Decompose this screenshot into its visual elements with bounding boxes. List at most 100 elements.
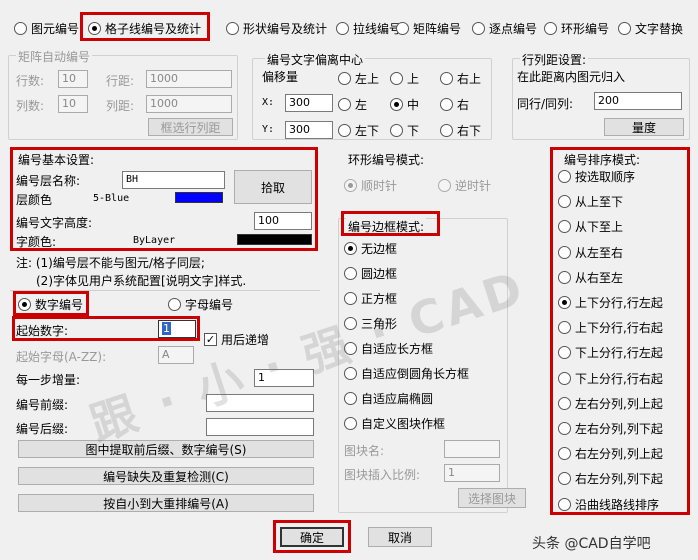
extract-button[interactable]: 图中提取前后缀、数字编号(S) xyxy=(18,440,314,458)
sort-option-10-radio[interactable]: 左右分列,列下起 xyxy=(558,420,663,437)
sort-option-1-radio[interactable]: 从上至下 xyxy=(558,193,623,210)
sort-option-0-radio[interactable]: 按选取顺序 xyxy=(558,168,635,185)
frame-option-6-radio[interactable]: 自适应扁椭圆 xyxy=(344,390,433,407)
radio-icon xyxy=(168,298,181,311)
suffix-label: 编号后缀: xyxy=(16,422,69,436)
layer-name-input[interactable]: BH xyxy=(122,171,225,189)
offset-pos-0-radio[interactable]: 左上 xyxy=(338,70,379,87)
sort-option-11-radio[interactable]: 右左分列,列上起 xyxy=(558,445,663,462)
sort-option-8-radio[interactable]: 下上分行,行右起 xyxy=(558,370,663,387)
sort-option-7-radio[interactable]: 下上分行,行左起 xyxy=(558,344,663,361)
frame-option-7-label: 自定义图块作框 xyxy=(361,417,446,431)
cols-input[interactable]: 10 xyxy=(58,95,88,113)
frame-option-5-label: 自适应倒圆角长方框 xyxy=(361,367,470,381)
rowspace-input[interactable]: 1000 xyxy=(146,70,232,88)
cancel-button[interactable]: 取消 xyxy=(368,527,432,547)
tab-3-radio[interactable]: 拉线编号 xyxy=(336,20,401,37)
tab-0-radio[interactable]: 图元编号 xyxy=(14,20,79,37)
sort-option-5-radio[interactable]: 上下分行,行左起 xyxy=(558,294,663,311)
radio-icon xyxy=(88,22,101,35)
sort-option-11-label: 右左分列,列上起 xyxy=(575,447,663,462)
offset-pos-6-radio[interactable]: 左下 xyxy=(338,122,379,139)
tab-7-radio[interactable]: 文字替换 xyxy=(618,20,683,37)
block-scale-label: 图块插入比例: xyxy=(344,468,421,482)
measure-button[interactable]: 量度 xyxy=(604,118,684,136)
same-rowcol-label: 同行/同列: xyxy=(517,97,574,111)
sort-option-0-label: 按选取顺序 xyxy=(575,170,636,184)
offset-pos-3-radio[interactable]: 左 xyxy=(338,96,367,113)
suffix-input[interactable] xyxy=(206,418,314,436)
offset-pos-2-radio[interactable]: 右上 xyxy=(440,70,481,87)
rows-input[interactable]: 10 xyxy=(58,70,88,88)
digit-number-radio[interactable]: 数字编号 xyxy=(18,296,83,313)
sort-option-13-radio[interactable]: 沿曲线路线排序 xyxy=(558,496,659,513)
radio-icon xyxy=(558,195,571,209)
offset-pos-5-radio[interactable]: 右 xyxy=(440,96,469,113)
tab-3-label: 拉线编号 xyxy=(353,22,402,36)
clockwise-radio[interactable]: 顺时针 xyxy=(344,177,397,194)
radio-icon xyxy=(390,124,403,137)
frame-option-0-radio[interactable]: 无边框 xyxy=(344,240,397,257)
offset-pos-6-label: 左下 xyxy=(355,124,380,138)
frame-option-1-radio[interactable]: 圆边框 xyxy=(344,265,397,282)
start-number-label: 起始数字: xyxy=(16,324,69,338)
start-number-input[interactable]: 1 xyxy=(158,320,196,338)
sort-option-9-radio[interactable]: 左右分列,列上起 xyxy=(558,395,663,412)
tab-5-radio[interactable]: 逐点编号 xyxy=(472,20,537,37)
radio-icon xyxy=(344,267,357,280)
select-block-button[interactable]: 选择图块 xyxy=(458,488,526,508)
text-height-input[interactable]: 100 xyxy=(254,212,312,230)
tab-4-radio[interactable]: 矩阵编号 xyxy=(396,20,461,37)
rowspace-label: 行距: xyxy=(106,74,135,88)
sort-option-6-label: 上下分行,行右起 xyxy=(575,321,663,336)
sort-option-2-radio[interactable]: 从下至上 xyxy=(558,218,623,235)
offset-pos-7-radio[interactable]: 下 xyxy=(390,122,419,139)
radio-icon xyxy=(338,124,351,137)
tab-2-radio[interactable]: 形状编号及统计 xyxy=(226,20,327,37)
rowcol-title: 行列距设置: xyxy=(520,51,589,68)
matrix-title: 矩阵自动编号 xyxy=(16,48,93,65)
pick-rowcol-button[interactable]: 框选行列距 xyxy=(148,118,233,136)
offset-pos-4-radio[interactable]: 中 xyxy=(390,96,419,113)
radio-icon xyxy=(558,321,571,335)
radio-icon xyxy=(558,220,571,234)
font-color-swatch[interactable] xyxy=(237,234,312,245)
radio-icon xyxy=(390,72,403,85)
colspace-label: 列距: xyxy=(106,99,135,113)
ok-button[interactable]: 确定 xyxy=(280,527,344,547)
counterclockwise-radio[interactable]: 逆时针 xyxy=(438,177,491,194)
block-scale-input[interactable]: 1 xyxy=(444,464,500,482)
offset-pos-4-label: 中 xyxy=(407,98,420,112)
renumber-button[interactable]: 按自小到大重排编号(A) xyxy=(18,494,314,512)
digit-number-label: 数字编号 xyxy=(35,298,84,312)
offset-y-input[interactable]: 300 xyxy=(285,121,333,139)
block-name-input[interactable] xyxy=(444,440,500,458)
sort-option-12-radio[interactable]: 右左分列,列下起 xyxy=(558,470,663,487)
colspace-input[interactable]: 1000 xyxy=(146,95,232,113)
radio-icon xyxy=(336,22,349,35)
offset-x-input[interactable]: 300 xyxy=(285,94,333,112)
sort-option-4-radio[interactable]: 从右至左 xyxy=(558,269,623,286)
frame-option-7-radio[interactable]: 自定义图块作框 xyxy=(344,415,445,432)
frame-title: 编号边框模式: xyxy=(346,218,427,235)
offset-pos-1-radio[interactable]: 上 xyxy=(390,70,419,87)
frame-option-6-label: 自适应扁椭圆 xyxy=(361,392,434,406)
counterclockwise-label: 逆时针 xyxy=(455,179,492,193)
offset-pos-8-radio[interactable]: 右下 xyxy=(440,122,481,139)
radio-icon xyxy=(440,98,453,111)
radio-icon xyxy=(344,242,357,255)
tab-6-radio[interactable]: 环形编号 xyxy=(544,20,609,37)
tab-1-radio[interactable]: 格子线编号及统计 xyxy=(88,20,201,37)
same-rowcol-input[interactable]: 200 xyxy=(594,92,682,110)
font-color-text: ByLayer xyxy=(133,235,176,246)
start-number-value: 1 xyxy=(162,322,171,335)
pick-layer-button[interactable]: 拾取 xyxy=(234,170,312,204)
sort-option-10-label: 左右分列,列下起 xyxy=(575,422,663,436)
layer-color-swatch[interactable] xyxy=(175,192,223,203)
sort-option-3-radio[interactable]: 从左至右 xyxy=(558,244,623,261)
alpha-number-label: 字母编号 xyxy=(185,298,234,312)
alpha-number-radio[interactable]: 字母编号 xyxy=(168,296,233,313)
sort-option-6-radio[interactable]: 上下分行,行右起 xyxy=(558,319,663,336)
sort-option-1-label: 从上至下 xyxy=(575,195,624,210)
check-missing-button[interactable]: 编号缺失及重复检测(C) xyxy=(18,467,314,485)
